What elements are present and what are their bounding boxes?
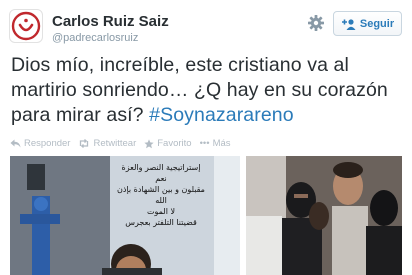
tweet-photo-left[interactable]: إستراتيجية النصر والعزة نعم مقبلون و بين… [10,156,240,275]
star-icon [144,138,154,148]
gear-icon[interactable] [307,14,325,32]
poster-line: لا الموت [146,207,176,216]
user-handle[interactable]: @padrecarlosruiz [52,32,138,44]
photo-right-scene [246,156,402,275]
more-label: Más [212,138,231,149]
tweet-actions: Responder Retwittear Favorito ••• Más [10,138,239,149]
retweet-action[interactable]: Retwittear [78,138,136,149]
poster-line: مقبلون و بين الشهادة بإذن الله [117,185,205,205]
add-user-icon [341,18,356,30]
user-name[interactable]: Carlos Ruiz Saiz [52,13,169,30]
favorite-action[interactable]: Favorito [144,138,192,149]
reply-icon [10,139,21,148]
more-action[interactable]: ••• Más [200,138,231,149]
reply-action[interactable]: Responder [10,138,70,149]
poster-sign-text: إستراتيجية النصر والعزة نعم مقبلون و بين… [116,162,206,228]
avatar[interactable] [9,9,43,43]
tweet-card: Carlos Ruiz Saiz @padrecarlosruiz Seguir… [0,0,412,275]
favorite-label: Favorito [157,138,192,149]
retweet-icon [80,139,89,148]
tweet-text: Dios mío, increíble, este cristiano va a… [11,53,406,128]
hashtag-link[interactable]: #Soynazarareno [149,104,294,126]
follow-button-label: Seguir [359,17,395,30]
more-dots-icon: ••• [199,138,210,149]
retweet-label: Retwittear [93,138,137,149]
poster-line: نعم [155,174,167,183]
follow-button[interactable]: Seguir [333,11,402,36]
tweet-photo-right[interactable] [246,156,402,275]
nun-logo-icon [11,11,41,41]
poster-line: قضيتنا التلفتر بعجرس [125,218,197,227]
poster-line: إستراتيجية النصر والعزة [121,163,201,172]
reply-label: Responder [24,138,71,149]
